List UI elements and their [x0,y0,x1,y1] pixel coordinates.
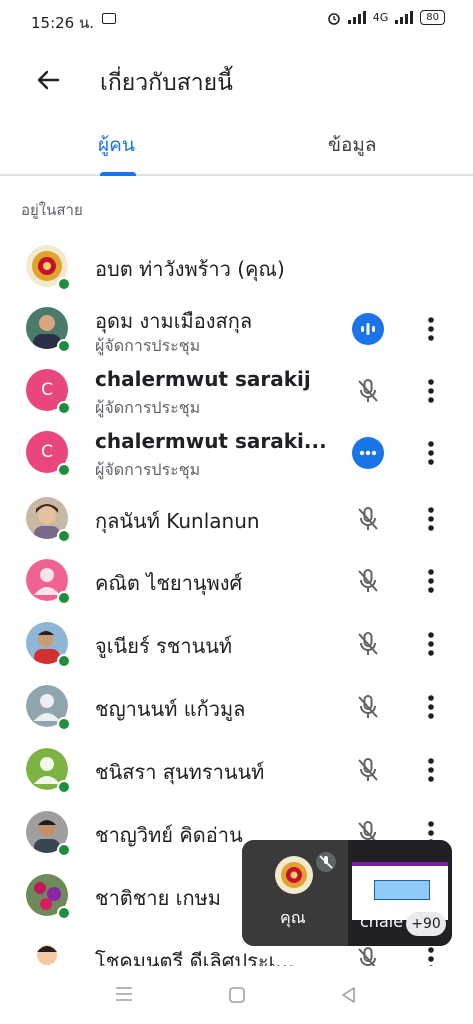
mic-off-icon [358,379,378,402]
status-time: 15:26 น. [31,14,95,32]
participant-role: ผู้จัดการประชุม [95,460,201,479]
participant-name: อุดม งามเมืองสกุล [95,309,253,333]
mic-off-icon [358,695,378,718]
system-nav-bar [0,968,473,1024]
more-indicator-icon [352,437,384,469]
tab-bar: ผู้คน ข้อมูล [0,116,473,176]
more-options-icon[interactable] [420,565,442,597]
call-pip-window[interactable]: คุณ chale +90 [242,840,452,946]
participant-name: กุลนันท์ Kunlanun [95,509,260,533]
more-options-icon[interactable] [420,313,442,345]
participant-row[interactable]: อุดม งามเมืองสกุล ผู้จัดการประชุม [0,298,473,360]
more-options-icon[interactable] [420,628,442,660]
online-status-dot [57,591,71,605]
mic-off-icon [358,758,378,781]
participant-row[interactable]: อบต ท่าวังพร้าว (คุณ) [0,236,473,298]
participant-row[interactable]: C chalermwut saraki... ผู้จัดการประชุม [0,422,473,484]
pip-mic-off-icon [316,852,336,872]
network-label: 4G [372,11,389,24]
participant-row[interactable]: กุลนันท์ Kunlanun [0,488,473,550]
participant-name: chalermwut saraki... [95,429,327,453]
mic-off-icon [358,569,378,592]
status-icons: 4G 80 [327,10,445,25]
pip-more-count-badge: +90 [406,912,446,936]
online-status-dot [57,843,71,857]
participant-name: ชาญวิทย์ คิดอ่าน [95,823,243,847]
section-in-call-label: อยู่ในสาย [21,201,83,219]
pip-presentation-tile: chale +90 [348,840,452,946]
more-options-icon[interactable] [420,503,442,535]
signal-icon [347,11,366,24]
participant-name: ชนิสรา สุนทรานนท์ [95,760,265,784]
mic-off-icon [358,947,376,966]
active-tab-indicator [100,172,136,176]
participant-role: ผู้จัดการประชุม [95,398,201,417]
mic-off-icon [358,632,378,655]
more-options-icon[interactable] [420,754,442,786]
video-status-icon [102,13,116,24]
more-options-icon[interactable] [420,437,442,469]
participant-row[interactable]: ชญานนท์ แก้วมูล [0,676,473,738]
participant-name: ชญานนท์ แก้วมูล [95,697,246,721]
participant-row[interactable]: คณิต ไชยานุพงศ์ [0,550,473,612]
participant-name: โชคมนตรี ดีเลิศประเ... [95,949,295,966]
participant-row[interactable]: ชนิสรา สุนทรานนท์ [0,739,473,801]
back-arrow-icon[interactable] [33,65,63,95]
home-nav-icon[interactable] [228,986,246,1004]
online-status-dot [57,780,71,794]
participant-row[interactable]: จูเนียร์ รชานนท์ [0,613,473,675]
participant-name: ชาติชาย เกษม [95,886,221,910]
online-status-dot [57,277,71,291]
online-status-dot [57,717,71,731]
pip-other-label: chale [360,912,404,931]
more-options-icon[interactable] [420,375,442,407]
page-title: เกี่ยวกับสายนี้ [100,70,233,96]
tab-people[interactable]: ผู้คน [98,130,135,160]
participant-row[interactable]: C chalermwut sarakij ผู้จัดการประชุม [0,360,473,422]
speaking-indicator-icon [352,313,384,345]
pip-self-tile: คุณ [242,840,348,946]
battery-icon: 80 [420,10,445,25]
menu-nav-icon[interactable] [115,986,133,1002]
more-options-icon[interactable] [420,691,442,723]
online-status-dot [57,463,71,477]
online-status-dot [57,401,71,415]
online-status-dot [57,654,71,668]
online-status-dot [57,529,71,543]
pip-self-avatar [275,856,313,894]
more-options-icon[interactable] [420,943,442,966]
participant-name: chalermwut sarakij [95,367,311,391]
avatar-photo [26,937,68,966]
online-status-dot [57,339,71,353]
participant-name: คณิต ไชยานุพงศ์ [95,571,243,595]
alarm-icon [327,12,340,25]
mic-off-icon [358,507,378,530]
participant-name: อบต ท่าวังพร้าว (คุณ) [95,257,285,281]
app-bar: เกี่ยวกับสายนี้ [0,48,473,112]
status-bar: 15:26 น. 4G 80 [0,0,473,40]
back-nav-icon[interactable] [340,986,358,1004]
tab-info[interactable]: ข้อมูล [328,130,377,160]
signal-icon-2 [395,11,414,24]
online-status-dot [57,906,71,920]
participant-role: ผู้จัดการประชุม [95,336,201,355]
pip-self-label: คุณ [280,908,306,927]
participant-name: จูเนียร์ รชานนท์ [95,634,233,658]
